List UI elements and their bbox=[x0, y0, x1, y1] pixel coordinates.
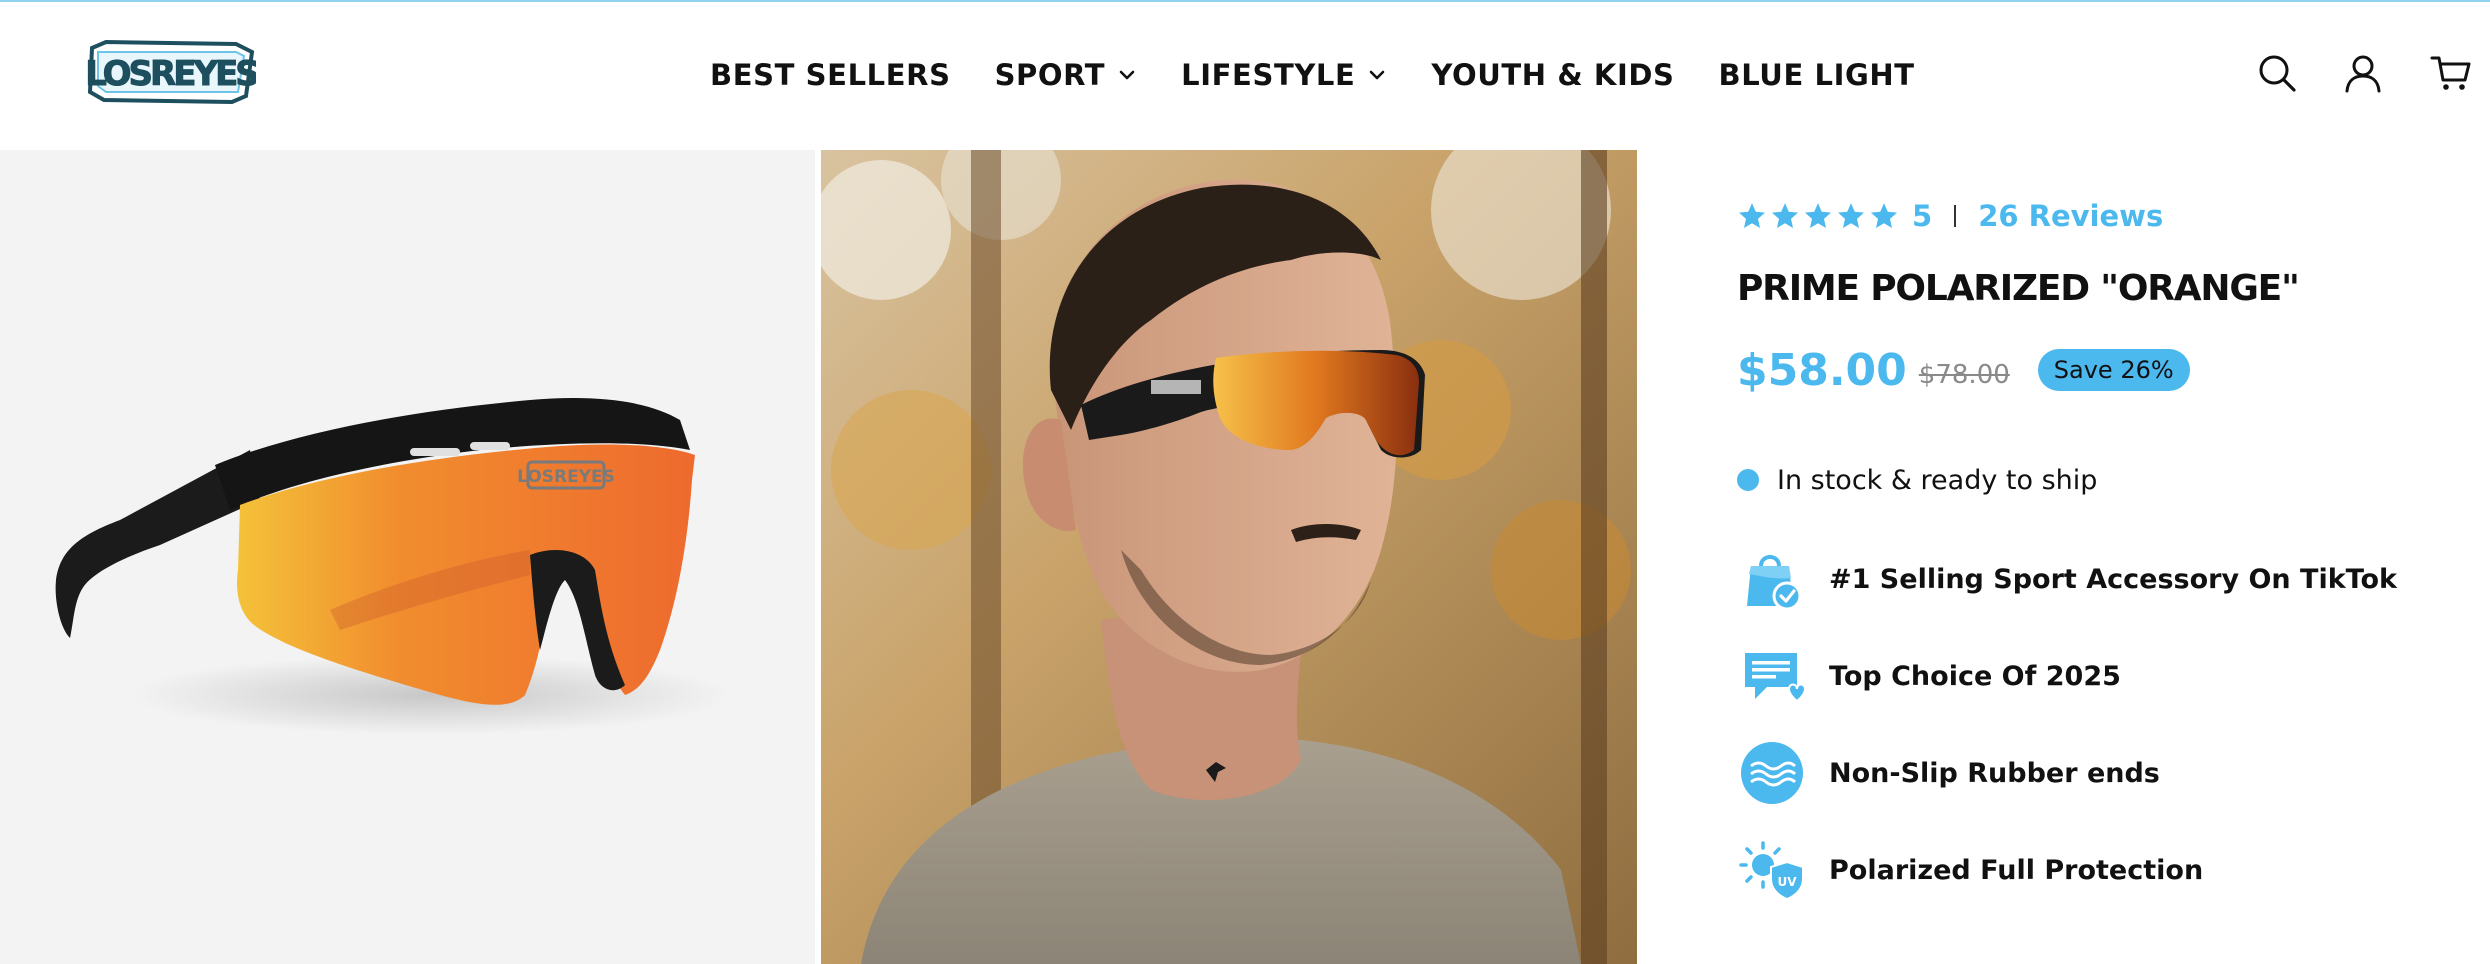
nav-youth-kids[interactable]: YOUTH & KIDS bbox=[1431, 58, 1674, 92]
model-wearing-sunglasses-image bbox=[821, 150, 1637, 964]
product-info-panel: 5 26 Reviews PRIME POLARIZED "ORANGE" $5… bbox=[1737, 150, 2477, 964]
nav-best-sellers[interactable]: BEST SELLERS bbox=[710, 58, 951, 92]
star-icon bbox=[1871, 203, 1897, 228]
reviews-link[interactable]: 26 Reviews bbox=[1978, 199, 2163, 233]
nav-label: SPORT bbox=[994, 58, 1106, 92]
stock-text: In stock & ready to ship bbox=[1777, 464, 2098, 496]
compare-price: $78.00 bbox=[1918, 360, 2010, 390]
star-icon bbox=[1838, 203, 1864, 228]
search-icon[interactable] bbox=[2256, 52, 2298, 94]
feature-label: #1 Selling Sport Accessory On TikTok bbox=[1829, 563, 2397, 595]
nav-label: YOUTH & KIDS bbox=[1431, 58, 1675, 92]
rating-separator bbox=[1954, 205, 1957, 227]
feature-item: Non-Slip Rubber ends bbox=[1737, 738, 2160, 808]
chevron-down-icon bbox=[1119, 70, 1135, 80]
feature-label: Polarized Full Protection bbox=[1829, 854, 2204, 886]
nav-sport[interactable]: SPORT bbox=[995, 58, 1138, 92]
nav-label: BEST SELLERS bbox=[710, 58, 951, 92]
feature-label: Non-Slip Rubber ends bbox=[1829, 757, 2160, 789]
feature-item: #1 Selling Sport Accessory On TikTok bbox=[1737, 544, 2397, 614]
price-row: $58.00 $78.00 Save 26% bbox=[1737, 340, 2190, 400]
feature-label: Top Choice Of 2025 bbox=[1829, 660, 2121, 692]
rating-value: 5 bbox=[1912, 199, 1933, 233]
account-icon[interactable] bbox=[2342, 52, 2384, 94]
product-image-lifestyle[interactable] bbox=[821, 150, 1637, 964]
shopping-bag-check-icon bbox=[1747, 555, 1802, 611]
feature-item: Top Choice Of 2025 bbox=[1737, 641, 2121, 711]
star-icon bbox=[1772, 203, 1798, 228]
nav-label: BLUE LIGHT bbox=[1718, 58, 1915, 92]
star-icon bbox=[1739, 203, 1765, 228]
cart-icon[interactable] bbox=[2430, 52, 2472, 94]
product-image-main[interactable]: LOSREYES bbox=[0, 150, 815, 964]
star-icon bbox=[1805, 203, 1831, 228]
chevron-down-icon bbox=[1370, 70, 1385, 80]
nav-blue-light[interactable]: BLUE LIGHT bbox=[1719, 58, 1915, 92]
rating-row: 5 26 Reviews bbox=[1737, 196, 2163, 236]
waves-circle-icon bbox=[1741, 742, 1803, 804]
chat-heart-icon bbox=[1745, 653, 1807, 703]
product-title: PRIME POLARIZED "ORANGE" bbox=[1737, 268, 2300, 309]
site-header: LOSREYES BEST SELLERS SPORT LIFESTYLE YO… bbox=[0, 2, 2490, 150]
svg-text:LOSREYES: LOSREYES bbox=[86, 54, 256, 94]
main-nav: BEST SELLERS SPORT LIFESTYLE YOUTH & KID… bbox=[710, 50, 1915, 100]
save-badge: Save 26% bbox=[2037, 349, 2190, 391]
stock-dot-icon bbox=[1737, 469, 1759, 491]
sale-price: $58.00 bbox=[1737, 344, 1907, 396]
brand-logo[interactable]: LOSREYES bbox=[85, 38, 261, 108]
sunglasses-product-image: LOSREYES bbox=[55, 398, 730, 735]
nav-lifestyle[interactable]: LIFESTYLE bbox=[1181, 58, 1387, 92]
nav-label: LIFESTYLE bbox=[1181, 58, 1356, 92]
feature-item: UV Polarized Full Protection bbox=[1737, 835, 2203, 905]
sun-uv-shield-icon: UV bbox=[1739, 841, 1804, 901]
svg-text:UV: UV bbox=[1777, 875, 1797, 889]
stock-status: In stock & ready to ship bbox=[1737, 460, 2097, 500]
lens-logo-text: LOSREYES bbox=[517, 467, 615, 487]
